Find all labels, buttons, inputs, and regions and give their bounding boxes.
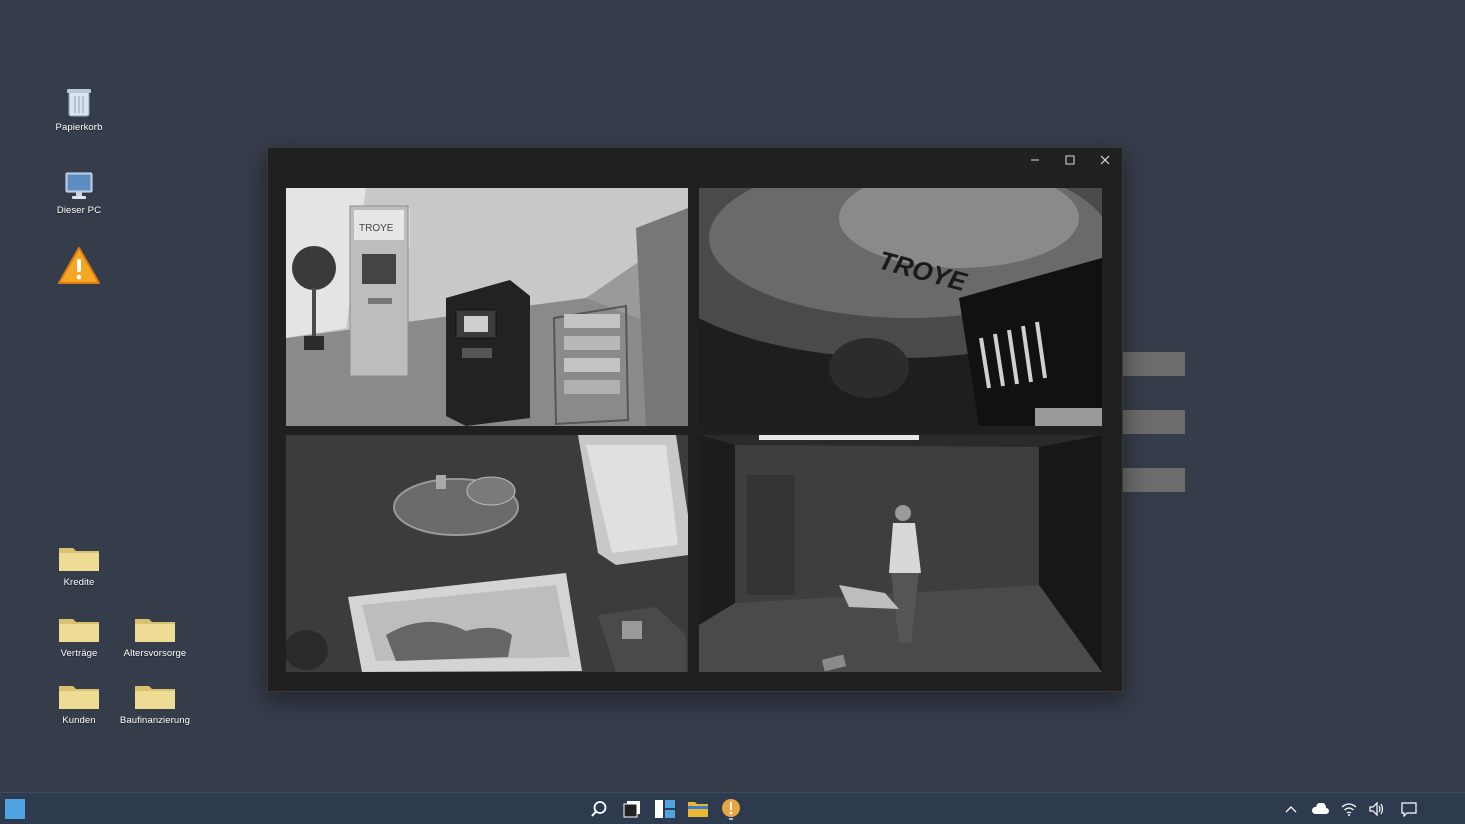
warning-icon xyxy=(58,247,100,284)
tray-overflow-button[interactable] xyxy=(1279,797,1303,821)
folder-icon xyxy=(59,548,99,571)
desktop-folder-vertraege[interactable]: Verträge xyxy=(37,616,121,659)
notification-icon xyxy=(1401,801,1417,817)
warning-app-button[interactable] xyxy=(719,797,743,821)
taskbar xyxy=(0,792,1465,824)
chevron-up-icon xyxy=(1285,806,1297,813)
volume-button[interactable] xyxy=(1365,797,1389,821)
wifi-icon xyxy=(1341,803,1357,816)
computer-icon xyxy=(65,172,93,199)
minimize-button[interactable] xyxy=(1017,148,1052,172)
background-bar xyxy=(1121,410,1185,434)
background-bar xyxy=(1121,352,1185,376)
desktop-icon-label: Dieser PC xyxy=(56,205,102,216)
cloud-icon xyxy=(1312,803,1329,814)
search-icon xyxy=(591,801,607,817)
desktop-icon-label: Kunden xyxy=(62,715,96,726)
desktop-icon-label: Baufinanzierung xyxy=(119,715,191,726)
task-view-button[interactable] xyxy=(620,797,644,821)
folder-icon xyxy=(59,686,99,709)
camera-feed-ceiling[interactable]: TROYE xyxy=(699,188,1102,426)
camera-feed-atm-lobby[interactable]: TROYE xyxy=(286,188,688,426)
desktop-folder-kunden[interactable]: Kunden xyxy=(37,683,121,726)
camera-feed-back-room[interactable] xyxy=(699,435,1102,672)
widgets-icon xyxy=(655,800,675,818)
desktop-icon-recycle-bin[interactable]: Papierkorb xyxy=(37,86,121,133)
folder-icon xyxy=(59,619,99,642)
atm-sign-text: TROYE xyxy=(359,223,394,234)
desktop-icon-label: Verträge xyxy=(60,648,98,659)
file-explorer-button[interactable] xyxy=(686,797,710,821)
file-explorer-icon xyxy=(688,802,708,817)
maximize-icon xyxy=(1065,155,1074,165)
start-icon xyxy=(5,799,25,819)
background-bar xyxy=(1121,468,1185,492)
onedrive-button[interactable] xyxy=(1308,797,1332,821)
minimize-icon xyxy=(1030,159,1039,161)
task-view-icon xyxy=(623,801,640,818)
network-button[interactable] xyxy=(1337,797,1361,821)
notification-button[interactable] xyxy=(1397,797,1421,821)
desktop-icon-label: Kredite xyxy=(63,577,95,588)
desktop-icon-this-pc[interactable]: Dieser PC xyxy=(37,171,121,216)
camera-viewer-window[interactable]: TROYE TROYE xyxy=(267,147,1123,692)
warning-app-icon xyxy=(722,799,740,820)
folder-icon xyxy=(135,619,175,642)
start-button[interactable] xyxy=(3,797,27,821)
camera-feed-lounge[interactable] xyxy=(286,435,688,672)
volume-icon xyxy=(1369,802,1384,816)
search-button[interactable] xyxy=(587,797,611,821)
folder-icon xyxy=(135,686,175,709)
desktop-icon-warning[interactable] xyxy=(37,246,121,290)
desktop-folder-kredite[interactable]: Kredite xyxy=(37,545,121,588)
desktop-folder-baufinanzierung[interactable]: Baufinanzierung xyxy=(113,683,197,726)
close-button[interactable] xyxy=(1087,148,1122,172)
close-icon xyxy=(1100,155,1109,165)
maximize-button[interactable] xyxy=(1052,148,1087,172)
recycle-bin-icon xyxy=(67,89,91,117)
desktop-icon-label: Altersvorsorge xyxy=(123,648,187,659)
desktop-folder-altersvorsorge[interactable]: Altersvorsorge xyxy=(113,616,197,659)
desktop-icon-label: Papierkorb xyxy=(55,122,103,133)
widgets-button[interactable] xyxy=(653,797,677,821)
